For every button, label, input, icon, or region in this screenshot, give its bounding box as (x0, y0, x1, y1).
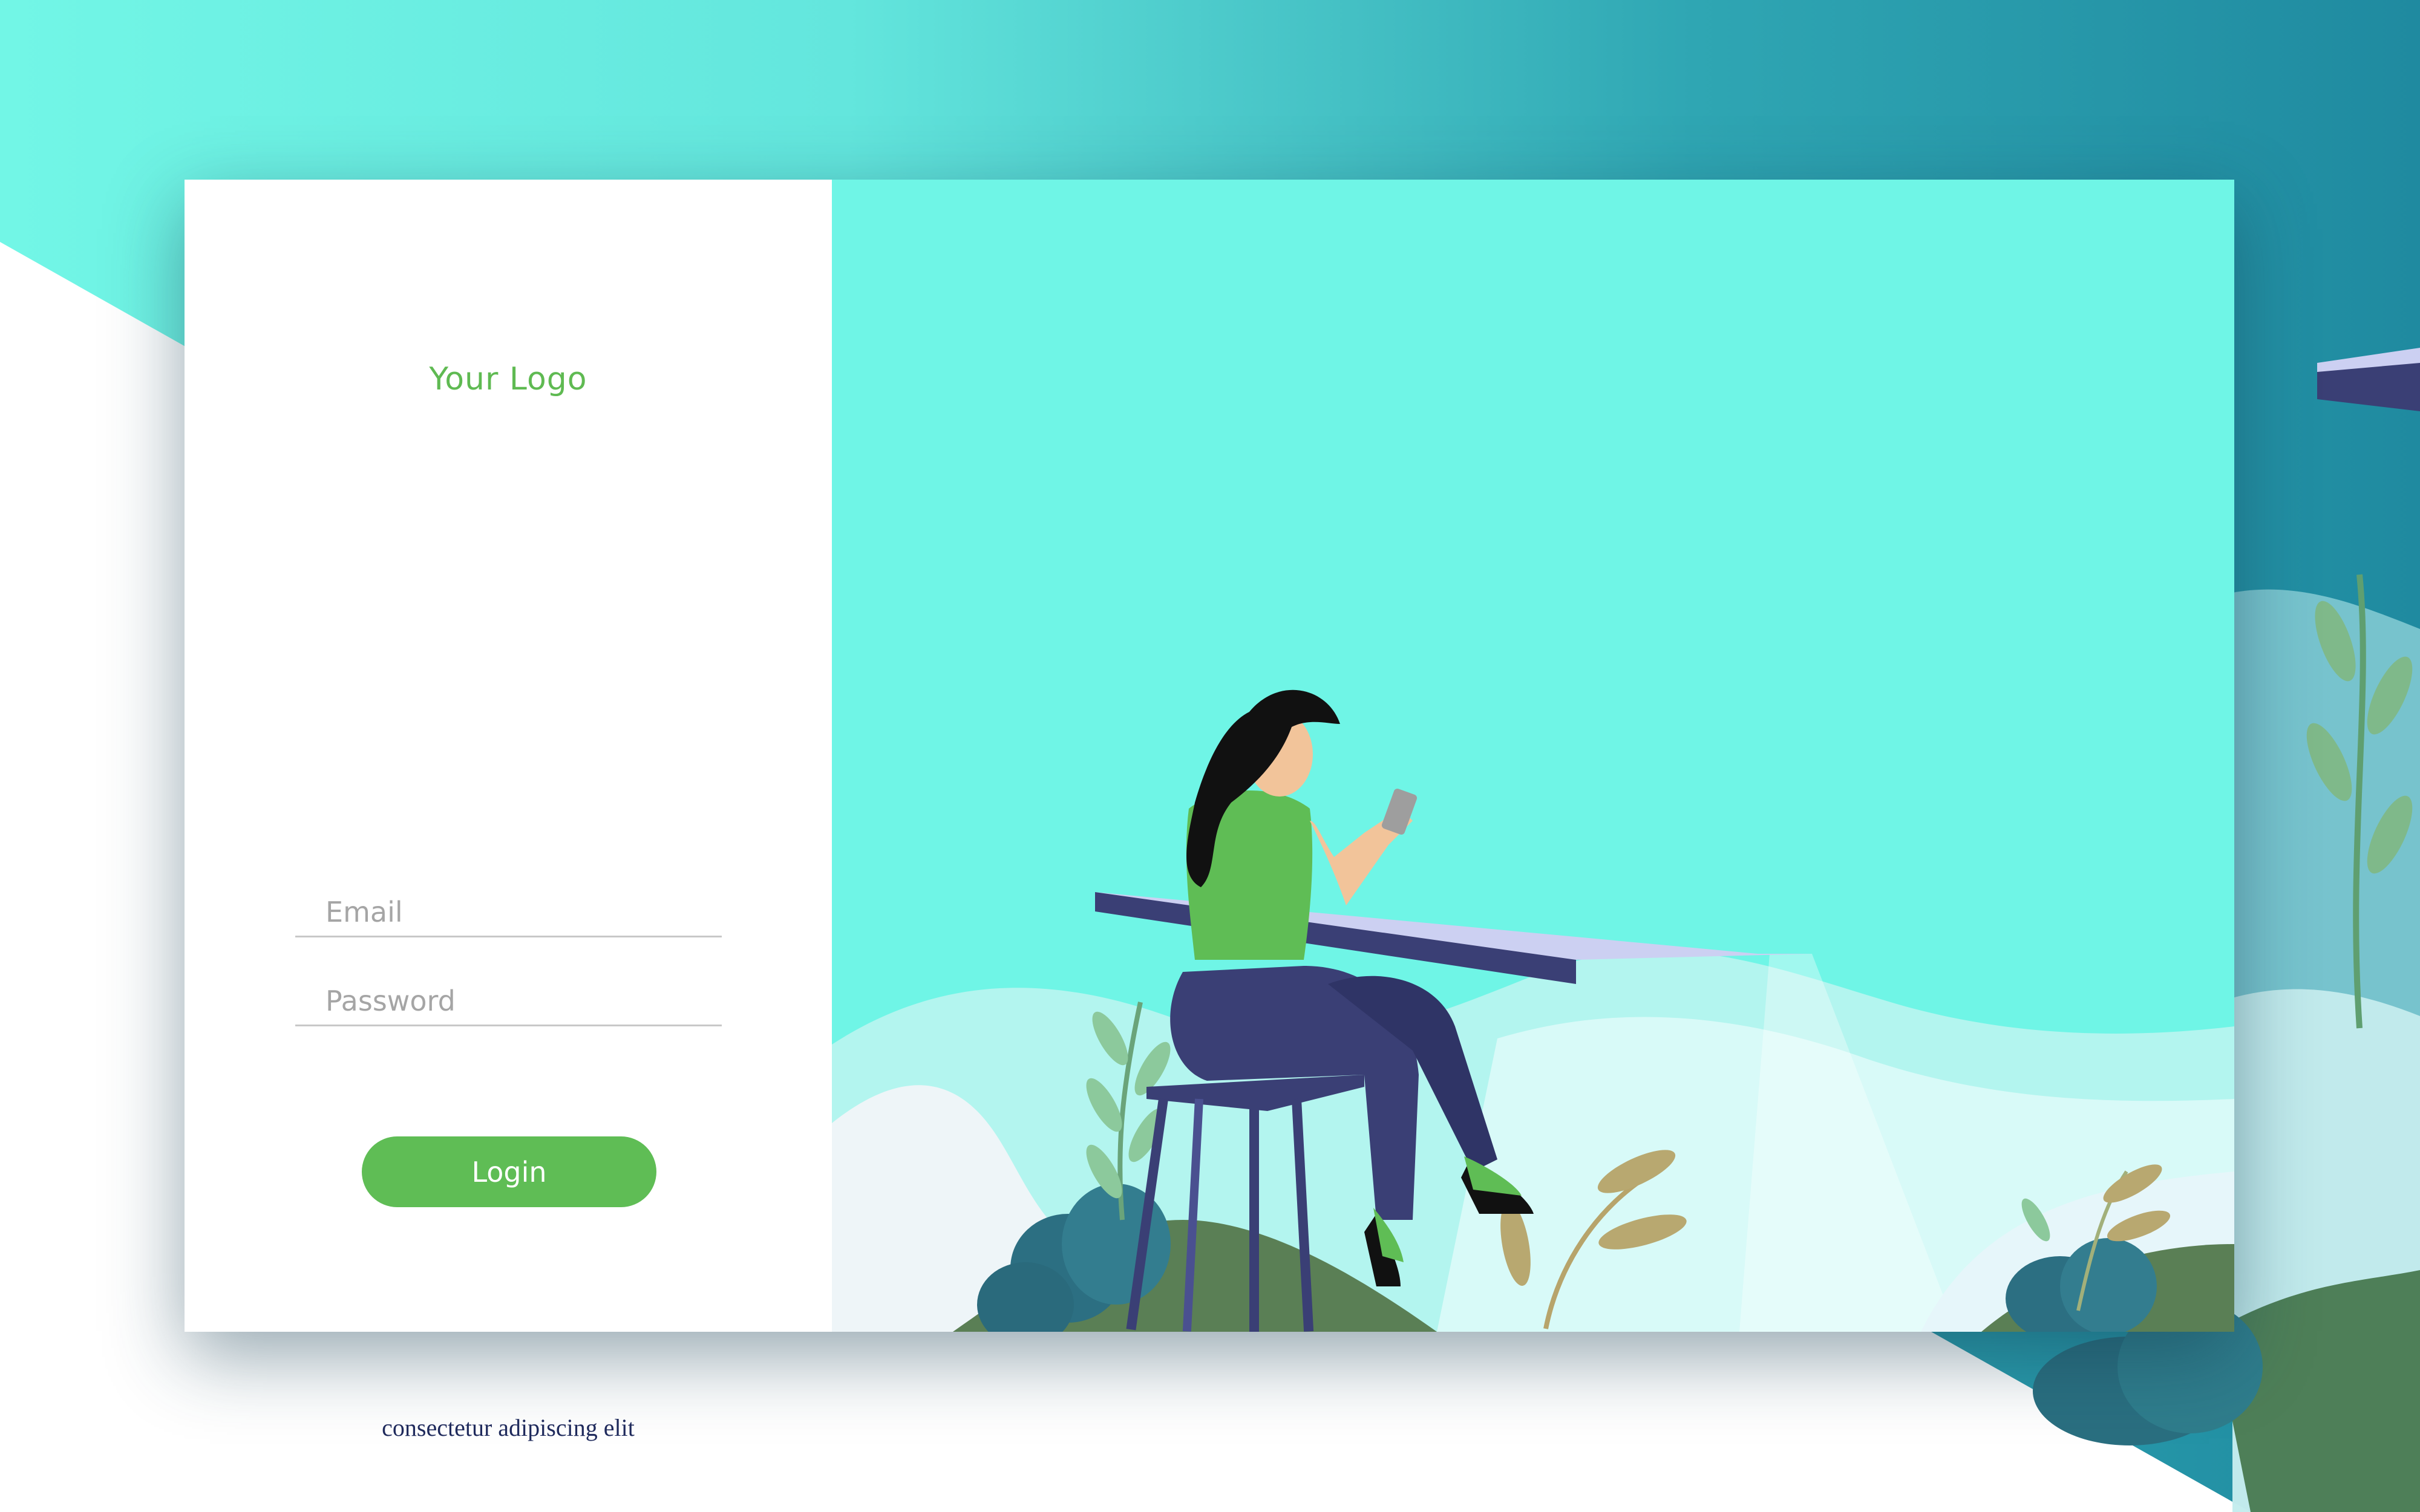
email-input[interactable] (325, 896, 713, 928)
password-field[interactable] (295, 970, 722, 1026)
login-card: Your Logo Login consectetur adipiscing e… (185, 180, 2234, 1441)
footer-tagline: consectetur adipiscing elit (382, 1414, 635, 1441)
login-button[interactable]: Login (362, 1136, 656, 1207)
password-input[interactable] (325, 985, 713, 1017)
brand-logo[interactable]: Your Logo (185, 361, 832, 397)
bush-left-2 (1062, 1184, 1171, 1305)
login-panel: Your Logo Login consectetur adipiscing e… (185, 180, 832, 1441)
email-field[interactable] (295, 881, 722, 937)
hero-illustration (832, 180, 2234, 1332)
bush-right-2 (2060, 1238, 2157, 1332)
